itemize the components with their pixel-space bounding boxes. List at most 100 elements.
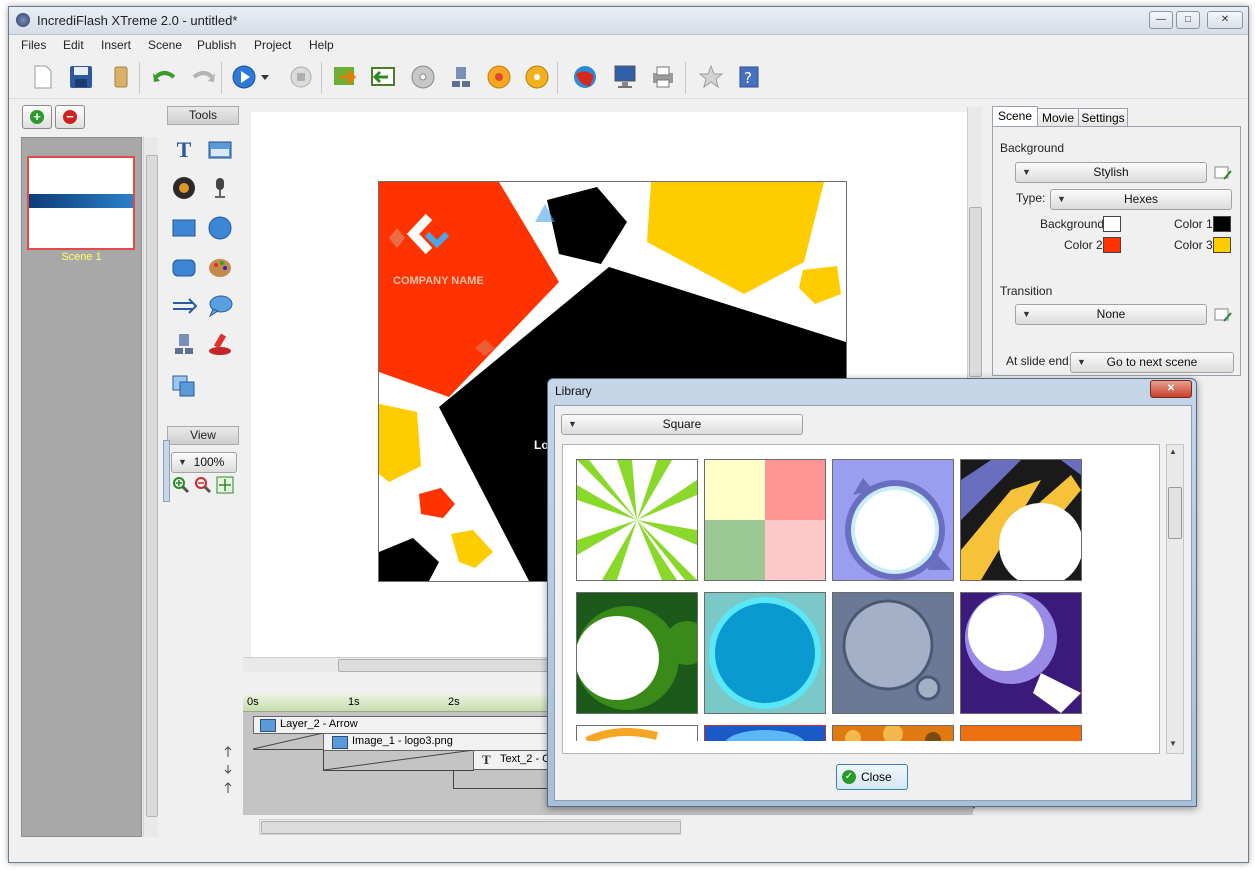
image-tool-icon[interactable] xyxy=(207,137,233,163)
background-edit-icon[interactable] xyxy=(1214,165,1232,181)
timeline-layer-arrow[interactable]: Layer_2 - Arrow xyxy=(253,716,555,734)
library-scroll-thumb[interactable] xyxy=(1168,487,1182,539)
component-tool-icon[interactable] xyxy=(171,331,197,357)
text-tool-icon[interactable]: T xyxy=(171,137,197,163)
timeline-hscroll-thumb[interactable] xyxy=(261,821,681,834)
color2-swatch[interactable] xyxy=(1103,237,1121,253)
library-close-x-button[interactable]: ✕ xyxy=(1150,380,1192,398)
undo-icon[interactable] xyxy=(151,63,179,91)
stage-vertical-scrollbar[interactable] xyxy=(967,107,982,379)
background-type-dropdown[interactable]: ▼ Hexes xyxy=(1050,189,1232,210)
library-close-button[interactable]: ✓ Close xyxy=(836,764,908,790)
zoom-fit-icon[interactable] xyxy=(215,475,235,495)
company-name-text[interactable]: COMPANY NAME xyxy=(393,275,484,287)
scroll-down-arrow[interactable]: ▼ xyxy=(1169,739,1177,748)
panel-splitter[interactable] xyxy=(163,440,170,502)
library-item-green-circles[interactable] xyxy=(576,592,698,714)
maximize-button[interactable]: □ xyxy=(1176,11,1200,29)
library-filter-dropdown[interactable]: ▼ Square xyxy=(561,414,803,435)
stage-vscroll-thumb[interactable] xyxy=(969,207,982,377)
globe-icon[interactable] xyxy=(571,63,599,91)
scene-list-scroll-thumb[interactable] xyxy=(146,155,158,817)
zoom-in-icon[interactable] xyxy=(171,475,191,495)
scroll-up-arrow[interactable]: ▲ xyxy=(1169,447,1177,456)
remove-scene-button[interactable]: − xyxy=(55,105,85,129)
library-item-blue-circle[interactable] xyxy=(704,592,826,714)
menu-edit[interactable]: Edit xyxy=(63,38,84,52)
menu-insert[interactable]: Insert xyxy=(101,38,131,52)
eraser-tool-icon[interactable] xyxy=(207,331,233,357)
stage-hscroll-thumb[interactable] xyxy=(338,659,550,672)
timeline-horizontal-scrollbar[interactable] xyxy=(259,819,681,835)
menu-help[interactable]: Help xyxy=(309,38,334,52)
library-item-purple-magnifier[interactable] xyxy=(960,592,1082,714)
rounded-rect-tool-icon[interactable] xyxy=(171,255,197,281)
tab-scene[interactable]: Scene xyxy=(992,106,1038,127)
background-color-swatch[interactable] xyxy=(1103,216,1121,232)
network-icon[interactable] xyxy=(447,63,475,91)
redo-icon[interactable] xyxy=(189,63,217,91)
zoom-dropdown[interactable]: ▼ 100% xyxy=(171,452,237,473)
library-dialog: Library ✕ ▼ Square ▲ ▼ ✓ Close xyxy=(547,378,1197,807)
title-bar[interactable]: IncrediFlash XTreme 2.0 - untitled* — □ … xyxy=(9,7,1248,35)
paint-palette-icon[interactable] xyxy=(207,255,233,281)
open-folder-icon[interactable] xyxy=(107,63,135,91)
library-item-grey-circle[interactable] xyxy=(832,592,954,714)
library-item-quadrants[interactable] xyxy=(704,459,826,581)
scene-label[interactable]: Scene 1 xyxy=(22,251,141,263)
disc-icon[interactable] xyxy=(523,63,551,91)
stage-horizontal-scrollbar[interactable] xyxy=(243,657,553,672)
menu-project[interactable]: Project xyxy=(254,38,291,52)
library-item-rays[interactable] xyxy=(576,459,698,581)
speech-bubble-tool-icon[interactable] xyxy=(207,293,233,319)
close-button[interactable]: ✕ xyxy=(1207,11,1243,29)
add-scene-button[interactable]: + xyxy=(22,105,52,129)
monitor-icon[interactable] xyxy=(611,63,639,91)
quadrant xyxy=(705,460,765,520)
transition-dropdown[interactable]: ▼ None xyxy=(1015,304,1207,325)
stop-icon[interactable] xyxy=(287,63,315,91)
tab-movie[interactable]: Movie xyxy=(1037,108,1079,127)
timeline-layer-image[interactable]: Image_1 - logo3.png xyxy=(323,733,555,751)
background-style-dropdown[interactable]: ▼ Stylish xyxy=(1015,162,1207,183)
scene-thumbnail[interactable] xyxy=(27,156,135,250)
library-scrollbar[interactable]: ▲ ▼ xyxy=(1166,444,1184,754)
cd-icon[interactable] xyxy=(409,63,437,91)
new-file-icon[interactable] xyxy=(29,63,57,91)
timeline-layer-text[interactable]: T Text_2 - C xyxy=(473,750,555,770)
printer-icon[interactable] xyxy=(649,63,677,91)
play-icon[interactable] xyxy=(231,63,271,91)
transition-edit-icon[interactable] xyxy=(1214,307,1232,323)
minimize-button[interactable]: — xyxy=(1149,11,1173,29)
library-item-partial-orange-dots[interactable] xyxy=(832,725,954,741)
zoom-out-icon[interactable] xyxy=(193,475,213,495)
library-item-partial-blue[interactable] xyxy=(704,725,826,741)
library-title: Library xyxy=(555,384,592,398)
sound-tool-icon[interactable] xyxy=(171,175,197,201)
quadrant xyxy=(705,520,765,580)
ellipse-tool-icon[interactable] xyxy=(207,215,233,241)
scene-list-scrollbar[interactable] xyxy=(143,137,158,837)
export-icon[interactable] xyxy=(369,63,397,91)
save-icon[interactable] xyxy=(67,63,95,91)
library-item-partial-orange-ring[interactable] xyxy=(576,725,698,741)
menu-files[interactable]: Files xyxy=(21,38,46,52)
line-tool-icon[interactable] xyxy=(171,293,197,319)
slide-end-dropdown[interactable]: ▼ Go to next scene xyxy=(1070,352,1234,373)
microphone-tool-icon[interactable] xyxy=(207,175,233,201)
help-icon[interactable]: ? xyxy=(735,63,763,91)
layers-tool-icon[interactable] xyxy=(171,373,197,399)
library-item-gear-circle[interactable] xyxy=(832,459,954,581)
color1-swatch[interactable] xyxy=(1213,216,1231,232)
star-icon[interactable] xyxy=(697,63,725,91)
burn-disc-icon[interactable] xyxy=(485,63,513,91)
menu-publish[interactable]: Publish xyxy=(197,38,236,52)
rectangle-tool-icon[interactable] xyxy=(171,215,197,241)
color3-swatch[interactable] xyxy=(1213,237,1231,253)
tab-settings[interactable]: Settings xyxy=(1078,108,1128,127)
import-icon[interactable] xyxy=(331,63,359,91)
chevron-down-icon: ▼ xyxy=(1077,357,1086,367)
menu-scene[interactable]: Scene xyxy=(148,38,182,52)
library-item-stripes[interactable] xyxy=(960,459,1082,581)
library-item-partial-orange[interactable] xyxy=(960,725,1082,741)
